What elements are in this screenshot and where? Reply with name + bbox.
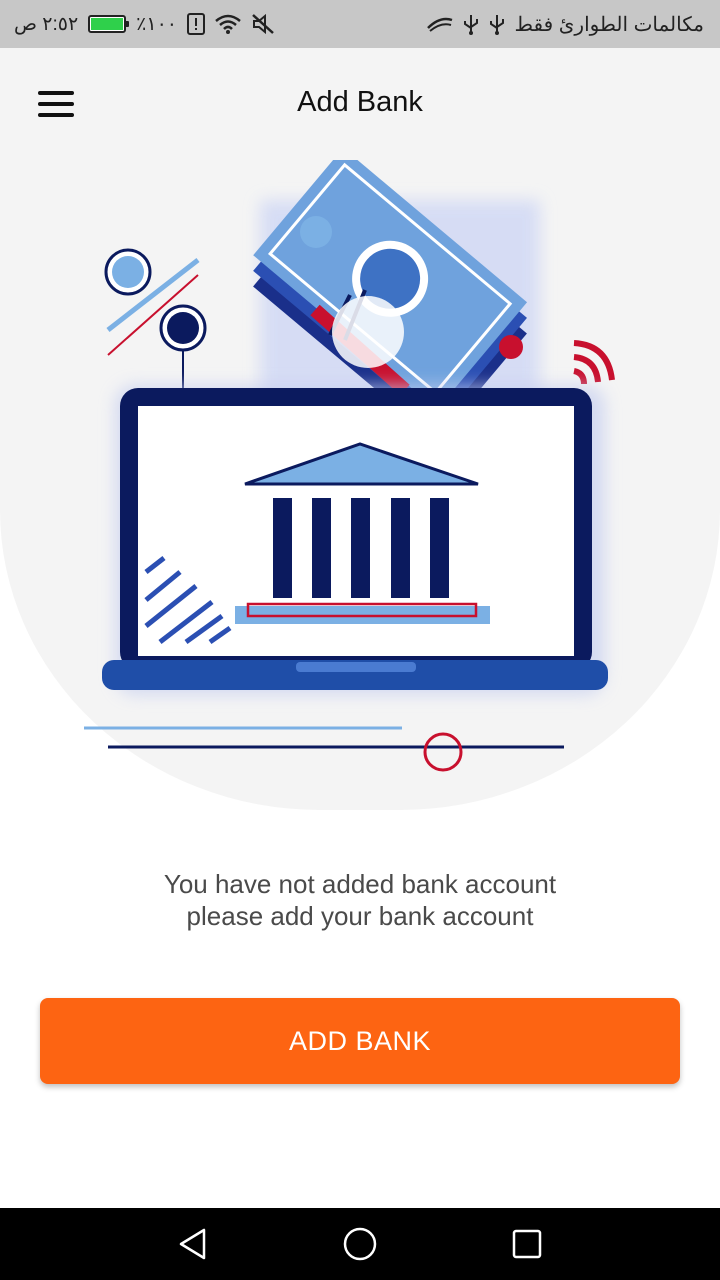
add-bank-button[interactable]: ADD BANK (40, 998, 680, 1084)
app-header: Add Bank (0, 48, 720, 160)
system-nav-bar (0, 1208, 720, 1280)
message-line-1: You have not added bank account (163, 869, 557, 899)
home-circle-icon[interactable] (330, 1214, 390, 1274)
status-bar: ٢:٥٢ ص ٪١٠٠ مكالمات الطوارئ فقط (0, 0, 720, 48)
app-swoosh-icon (426, 16, 453, 32)
clock: ٢:٥٢ ص (14, 13, 79, 35)
add-bank-button-label: ADD BANK (288, 1025, 432, 1056)
recents-square-icon[interactable] (497, 1214, 557, 1274)
back-triangle-icon[interactable] (163, 1214, 223, 1274)
screen: ٢:٥٢ ص ٪١٠٠ مكالمات الطوارئ فقط Add Bank… (0, 0, 720, 1280)
page-title: Add Bank (297, 86, 423, 118)
battery-percent: ٪١٠٠ (136, 13, 177, 35)
status-left: ٢:٥٢ ص ٪١٠٠ (14, 0, 275, 48)
battery-icon (88, 15, 130, 33)
usb-icon-2 (463, 13, 479, 35)
empty-state-message: You have not added bank account please a… (60, 868, 660, 932)
alert-icon (187, 13, 205, 35)
bank-laptop-illustration (84, 160, 615, 772)
carrier-text: مكالمات الطوارئ فقط (514, 13, 704, 36)
mute-icon (251, 13, 275, 35)
wifi-icon (215, 14, 241, 34)
usb-icon (489, 13, 505, 35)
message-line-2: please add your bank account (186, 901, 534, 931)
status-right: مكالمات الطوارئ فقط (426, 0, 704, 48)
